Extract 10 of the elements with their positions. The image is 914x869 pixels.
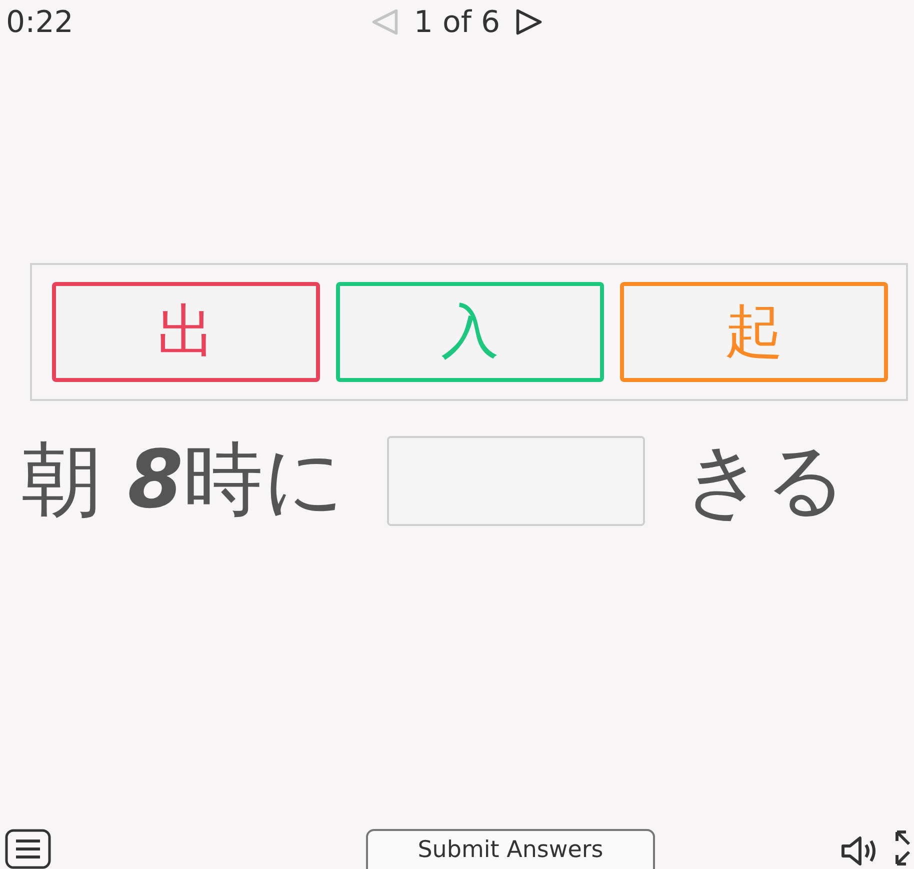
answer-tile[interactable]: 入 bbox=[336, 282, 604, 382]
answer-tile[interactable]: 出 bbox=[52, 282, 320, 382]
sentence-text: きる bbox=[683, 432, 848, 528]
submit-button[interactable]: Submit Answers bbox=[366, 829, 655, 869]
next-arrow-icon[interactable] bbox=[514, 7, 544, 37]
timer: 0:22 bbox=[6, 4, 74, 40]
page-counter: 1 of 6 bbox=[414, 4, 500, 40]
answer-tile[interactable]: 起 bbox=[620, 282, 888, 382]
sentence-text: 朝 8時に bbox=[22, 432, 346, 528]
menu-icon[interactable] bbox=[5, 829, 51, 869]
